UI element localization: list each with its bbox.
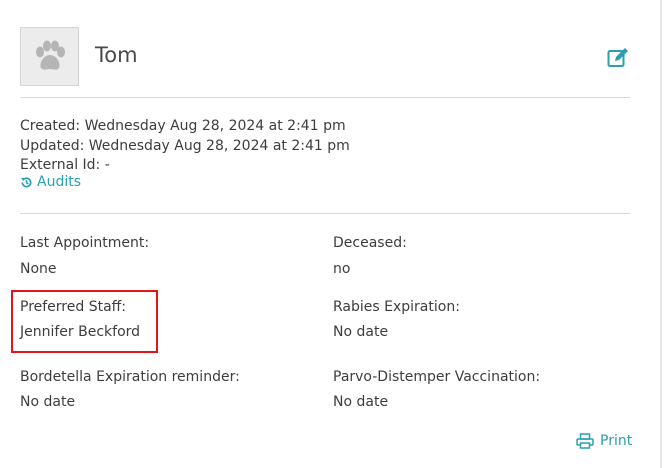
bordetella-label: Bordetella Expiration reminder: bbox=[20, 369, 240, 385]
preferred-staff-label: Preferred Staff: bbox=[20, 299, 127, 315]
paw-icon bbox=[35, 40, 65, 70]
pet-avatar bbox=[20, 27, 79, 86]
audits-link[interactable]: Audits bbox=[20, 174, 81, 190]
meta-divider bbox=[20, 213, 630, 214]
deceased-label: Deceased: bbox=[333, 235, 407, 251]
parvo-value: No date bbox=[333, 394, 389, 410]
created-date: Created: Wednesday Aug 28, 2024 at 2:41 … bbox=[20, 118, 346, 134]
print-button[interactable]: Print bbox=[576, 433, 632, 449]
pet-name: Tom bbox=[95, 43, 138, 67]
preferred-staff-value: Jennifer Beckford bbox=[20, 324, 141, 340]
edit-icon bbox=[607, 48, 628, 67]
deceased-value: no bbox=[333, 261, 351, 277]
audits-label: Audits bbox=[37, 174, 82, 190]
updated-date: Updated: Wednesday Aug 28, 2024 at 2:41 … bbox=[20, 138, 350, 154]
last-appointment-value: None bbox=[20, 261, 57, 277]
print-label: Print bbox=[600, 433, 633, 449]
card-right-border bbox=[660, 0, 662, 468]
last-appointment-label: Last Appointment: bbox=[20, 235, 150, 251]
history-icon bbox=[20, 176, 32, 187]
bordetella-value: No date bbox=[20, 394, 76, 410]
edit-button[interactable] bbox=[606, 46, 630, 70]
parvo-label: Parvo-Distemper Vaccination: bbox=[333, 369, 541, 385]
header-divider bbox=[20, 97, 630, 98]
rabies-expiration-value: No date bbox=[333, 324, 389, 340]
rabies-expiration-label: Rabies Expiration: bbox=[333, 299, 460, 315]
printer-icon bbox=[576, 433, 594, 449]
external-id: External Id: - bbox=[20, 157, 110, 173]
